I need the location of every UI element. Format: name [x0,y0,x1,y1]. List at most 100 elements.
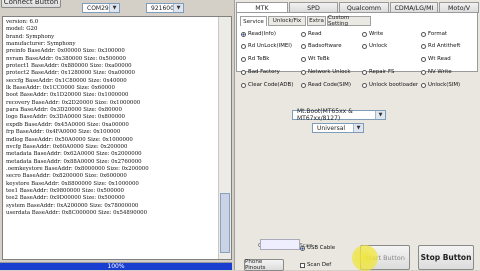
radio-icon [301,43,306,49]
option-wt-tebk[interactable]: Wt TeBk [301,56,330,62]
stop-button[interactable]: Stop Button [418,245,474,270]
log-output[interactable]: version: 6.0 model: G20 brand: Symphony man… [2,16,232,260]
option-label: Write [369,31,384,37]
usb-cable-label: USB Cable [307,245,336,251]
radio-icon [301,82,306,88]
log-line: boot BaseAddr: 0x1D20000 Size: 0x1000000 [6,92,129,99]
subtab-service[interactable]: Service [240,16,267,26]
radio-icon [241,82,246,88]
log-line: brand: Symphony [6,33,55,40]
log-line: preinfo BaseAddr: 0x00000 Size: 0x300000 [6,48,125,55]
log-line: protect2 BaseAddr: 0x1280000 Size: 0xa00… [6,70,135,77]
usb-cable-option[interactable]: USB Cable [300,245,335,251]
log-line: recovery BaseAddr: 0x2D20000 Size: 0x100… [6,99,141,106]
option-label: Repair FS [369,69,395,75]
port-value: COM29 [87,4,109,12]
radio-icon [421,56,426,62]
boot-select-value: Mt.Boot(MT65xx & MT67xx/8127) [297,108,353,122]
option-unlock[interactable]: Unlock [362,43,387,49]
chevron-down-icon: ▼ [353,124,363,132]
option-label: Network Unlock [308,69,351,75]
radio-icon [362,69,367,75]
option-label: Unlock bootloader [369,82,419,88]
radio-icon [241,43,246,49]
baud-value: 921600 [151,4,174,12]
subtab-extra[interactable]: Extra [307,16,326,26]
log-line: para BaseAddr: 0x3D20000 Size: 0x80000 [6,107,122,114]
log-line: protect1 BaseAddr: 0x880000 Size: 0xa000… [6,63,132,70]
com-boot-box[interactable] [260,239,300,250]
scrollbar-thumb[interactable] [220,193,230,253]
option-bad-factory[interactable]: Bad Factory [241,69,280,75]
chip-select-value: Universal [317,124,346,132]
log-line: mdlog BaseAddr: 0x50A0000 Size: 0x100000… [6,136,133,143]
option-label: Unlock(SIM) [428,82,461,88]
log-line: expdb BaseAddr: 0x45A0000 Size: 0xa00000 [6,121,129,128]
option-wt-read[interactable]: Wt Read [421,56,451,62]
subtab-custom-setting[interactable]: Custom Setting [327,15,371,27]
option-read[interactable]: Read [301,31,322,37]
phone-pinouts-button[interactable]: Phone Pinouts [244,259,284,271]
option-unlock-bootloader[interactable]: Unlock bootloader [362,82,418,88]
option-rd-unlock-imei-[interactable]: Rd UnLock(IMEI) [241,43,292,49]
log-line: manufacturer: Symphony [6,41,76,48]
option-label: Rd TeBk [248,56,270,62]
option-label: Badsoftware [308,43,342,49]
log-line: tee2 BaseAddr: 0x9D00000 Size: 0x500000 [6,195,125,202]
option-write[interactable]: Write [362,31,383,37]
progress-text: 100% [107,263,125,270]
log-line: frp BaseAddr: 0x4FA0000 Size: 0x100000 [6,129,121,136]
option-label: Rd Antitheft [428,43,461,49]
option-repair-fs[interactable]: Repair FS [362,69,394,75]
option-clear-code-adb-[interactable]: Clear Code(ADB) [241,82,293,88]
option-unlock-sim-[interactable]: Unlock(SIM) [421,82,460,88]
log-line: seccfg BaseAddr: 0x1C80000 Size: 0x40000 [6,77,127,84]
option-label: Unlock [369,43,388,49]
option-rd-tebk[interactable]: Rd TeBk [241,56,269,62]
option-label: Wt Read [428,56,451,62]
log-line: nvram BaseAddr: 0x380000 Size: 0x500000 [6,55,126,62]
port-select[interactable]: COM29 ▼ [82,3,120,13]
chip-select[interactable]: Universal ▼ [312,123,364,133]
radio-icon [421,31,426,37]
log-line: lk BaseAddr: 0x1CC0000 Size: 0x60000 [6,85,115,92]
option-read-code-sim-[interactable]: Read Code(SIM) [301,82,351,88]
connect-button[interactable]: Connect Button [1,0,61,8]
scan-def-option[interactable]: Scan Def [300,262,331,268]
log-line: logo BaseAddr: 0x3DA0000 Size: 0x800000 [6,114,125,121]
log-line: system BaseAddr: 0xA200000 Size: 0x78000… [6,202,139,209]
log-line: metadata BaseAddr: 0x62A0000 Size: 0x200… [6,151,142,158]
log-line: secro BaseAddr: 0x8200000 Size: 0x600000 [6,173,127,180]
radio-icon [300,245,305,251]
option-nv-write[interactable]: NV Write [421,69,452,75]
option-read-info-[interactable]: Read(Info) [241,31,276,37]
option-format[interactable]: Format [421,31,447,37]
option-badsoftware[interactable]: Badsoftware [301,43,342,49]
option-network-unlock[interactable]: Network Unlock [301,69,350,75]
log-line: tee1 BaseAddr: 0x9800000 Size: 0x500000 [6,187,124,194]
subtab-unlock-fix[interactable]: Unlock/Fix [268,16,306,26]
chevron-down-icon: ▼ [109,4,119,12]
option-label: Wt TeBk [308,56,330,62]
log-line: version: 6.0 [6,19,39,25]
radio-icon [241,69,246,75]
radio-icon [301,56,306,62]
option-label: Bad Factory [248,69,280,75]
cursor-highlight [352,245,378,271]
option-label: NV Write [428,69,452,75]
log-line: nvcfg BaseAddr: 0x60A0000 Size: 0x200000 [6,143,128,150]
log-line: keystore BaseAddr: 0x8800000 Size: 0x100… [6,180,139,187]
radio-icon [421,43,426,49]
radio-icon [362,43,367,49]
boot-select[interactable]: Mt.Boot(MT65xx & MT67xx/8127) ▼ [292,108,386,122]
radio-icon [362,31,367,37]
option-label: Read [308,31,322,37]
option-label: Clear Code(ADB) [248,82,294,88]
log-line: .oemkeystore BaseAddr: 0x8000000 Size: 0… [6,165,149,172]
option-label: Format [428,31,447,37]
log-scrollbar[interactable] [218,17,231,259]
radio-icon [421,82,426,88]
chevron-down-icon: ▼ [173,4,183,12]
option-rd-antitheft[interactable]: Rd Antitheft [421,43,460,49]
baud-select[interactable]: 921600 ▼ [146,3,184,13]
